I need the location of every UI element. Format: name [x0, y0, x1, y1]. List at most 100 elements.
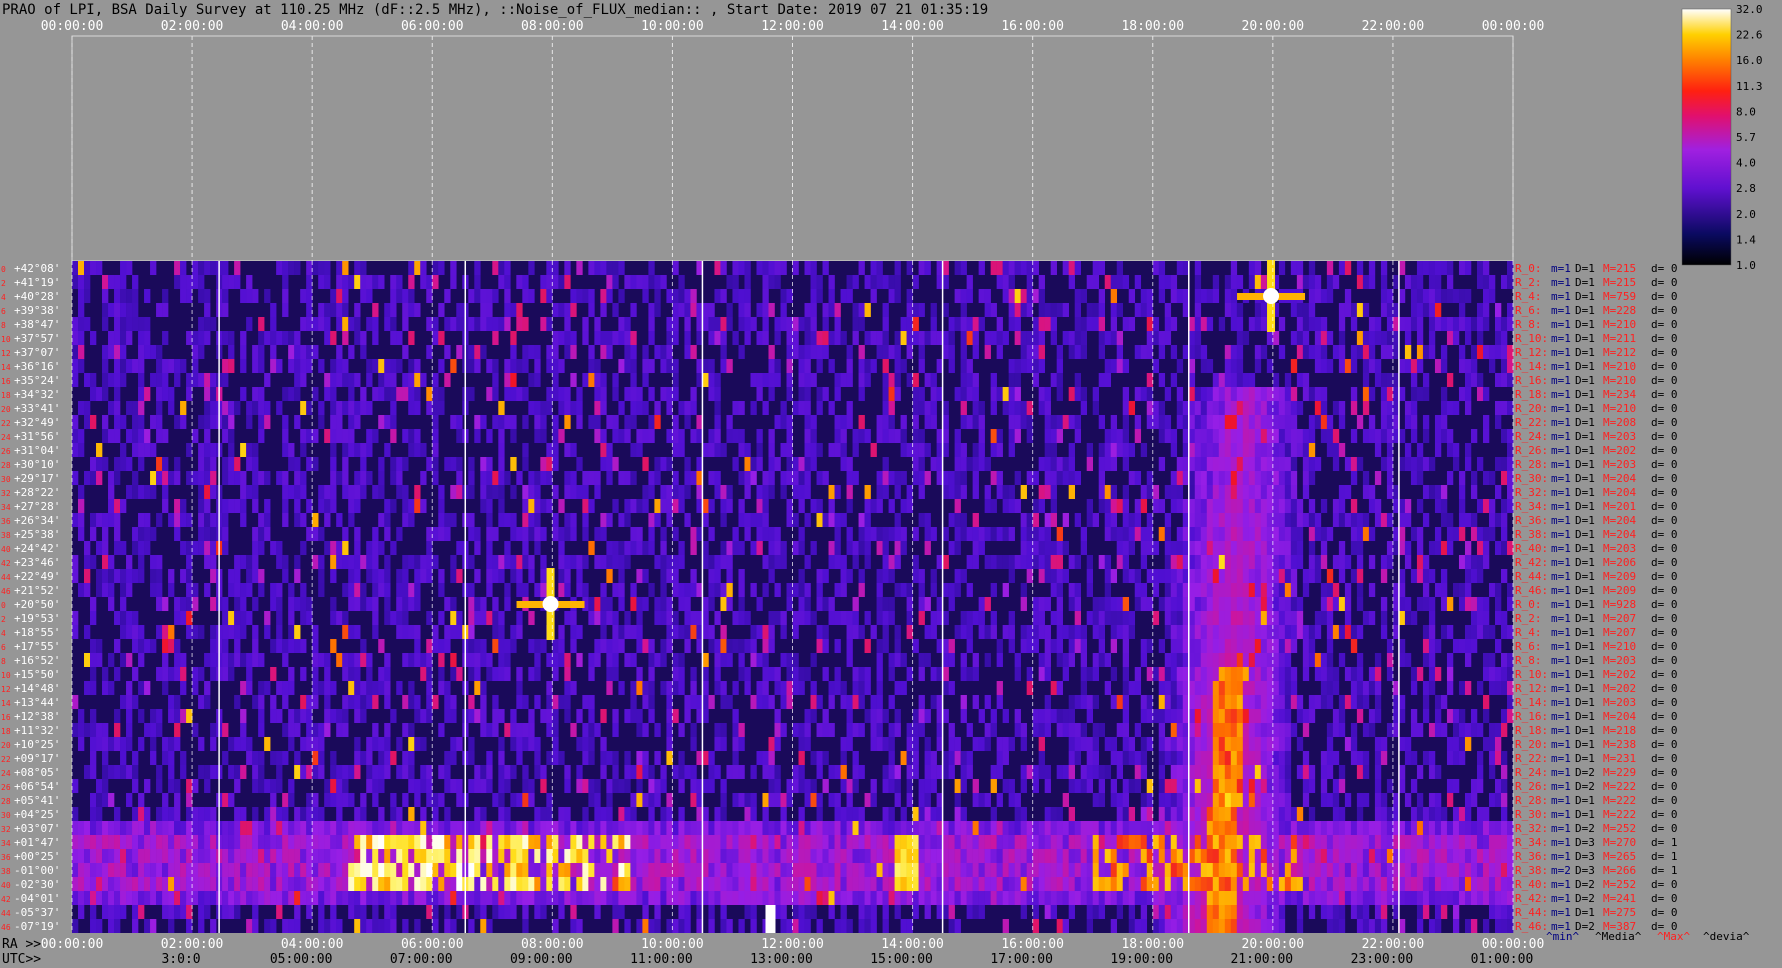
heatmap-cell: [78, 443, 85, 457]
heatmap-cell: [1266, 499, 1274, 513]
heatmap-cell: [1410, 359, 1418, 373]
heatmap-cell: [1122, 387, 1130, 401]
heatmap-cell: [546, 457, 553, 471]
heatmap-cell: [1284, 737, 1292, 751]
heatmap-cell: [1308, 765, 1316, 779]
heatmap-cell: [816, 387, 823, 401]
heatmap-cell: [1218, 317, 1226, 331]
heatmap-cell: [642, 597, 649, 611]
heatmap-cell: [822, 471, 829, 485]
heatmap-cell: [1338, 303, 1346, 317]
heatmap-cell: [336, 723, 343, 737]
heatmap-cell: [612, 303, 619, 317]
heatmap-cell: [1002, 401, 1009, 415]
heatmap-cell: [780, 653, 787, 667]
heatmap-cell: [1176, 485, 1184, 499]
heatmap-cell: [648, 695, 655, 709]
heatmap-cell: [588, 541, 595, 555]
heatmap-cell: [564, 331, 571, 345]
heatmap-cell: [558, 625, 565, 639]
heatmap-cell: [762, 261, 769, 275]
heatmap-cell: [552, 303, 559, 317]
heatmap-cell: [84, 555, 91, 569]
heatmap-cell: [1278, 765, 1286, 779]
heatmap-cell: [1056, 765, 1063, 779]
heatmap-cell: [1272, 597, 1280, 611]
heatmap-cell: [1200, 765, 1208, 779]
heatmap-cell: [1080, 289, 1087, 303]
heatmap-cell: [204, 527, 211, 541]
heatmap-cell: [1344, 513, 1352, 527]
heatmap-cell: [468, 485, 475, 499]
heatmap-cell: [1494, 723, 1502, 737]
heatmap-cell: [966, 457, 973, 471]
heatmap-cell: [1236, 597, 1244, 611]
heatmap-cell: [1368, 331, 1376, 345]
heatmap-cell: [660, 275, 667, 289]
heatmap-cell: [1014, 471, 1021, 485]
heatmap-cell: [654, 597, 661, 611]
heatmap-cell: [906, 289, 913, 303]
heatmap-cell: [720, 625, 727, 639]
heatmap-cell: [840, 457, 847, 471]
heatmap-cell: [1314, 527, 1322, 541]
heatmap-cell: [1014, 723, 1021, 737]
heatmap-cell: [468, 695, 475, 709]
heatmap-cell: [120, 457, 127, 471]
heatmap-cell: [270, 303, 277, 317]
heatmap-cell: [114, 737, 121, 751]
heatmap-cell: [882, 569, 889, 583]
heatmap-cell: [126, 681, 133, 695]
heatmap-cell: [1488, 345, 1496, 359]
heatmap-cell: [1266, 583, 1274, 597]
heatmap-cell: [414, 709, 421, 723]
heatmap-cell: [1380, 373, 1388, 387]
heatmap-cell: [1140, 499, 1148, 513]
heatmap-cell: [1218, 373, 1226, 387]
heatmap-cell: [804, 667, 811, 681]
heatmap-cell: [1044, 555, 1051, 569]
heatmap-cell: [774, 275, 781, 289]
heatmap-cell: [1272, 751, 1280, 765]
heatmap-cell: [984, 723, 991, 737]
heatmap-cell: [906, 723, 913, 737]
heatmap-cell: [1242, 625, 1250, 639]
heatmap-cell: [498, 513, 505, 527]
heatmap-cell: [432, 331, 439, 345]
heatmap-cell: [480, 499, 487, 513]
heatmap-cell: [1356, 261, 1364, 275]
heatmap-cell: [720, 681, 727, 695]
heatmap-cell: [204, 289, 211, 303]
heatmap-cell: [414, 485, 421, 499]
heatmap-cell: [642, 275, 649, 289]
heatmap-cell: [1020, 485, 1027, 499]
heatmap-cell: [720, 737, 727, 751]
heatmap-cell: [1158, 457, 1166, 471]
heatmap-cell: [816, 639, 823, 653]
heatmap-cell: [768, 625, 775, 639]
heatmap-cell: [732, 429, 739, 443]
heatmap-cell: [1500, 513, 1508, 527]
heatmap-cell: [1386, 513, 1394, 527]
heatmap-cell: [1362, 695, 1370, 709]
heatmap-cell: [354, 625, 361, 639]
heatmap-cell: [1230, 681, 1238, 695]
heatmap-cell: [306, 737, 313, 751]
heatmap-cell: [690, 695, 697, 709]
heatmap-cell: [1200, 513, 1208, 527]
heatmap-cell: [1470, 345, 1478, 359]
heatmap-cell: [84, 569, 91, 583]
heatmap-cell: [336, 373, 343, 387]
heatmap-cell: [1212, 765, 1220, 779]
heatmap-cell: [528, 667, 535, 681]
heatmap-cell: [1482, 625, 1490, 639]
heatmap-cell: [558, 639, 565, 653]
heatmap-cell: [1428, 331, 1436, 345]
heatmap-cell: [1122, 569, 1130, 583]
heatmap-cell: [1278, 541, 1286, 555]
heatmap-cell: [762, 681, 769, 695]
heatmap-cell: [918, 583, 925, 597]
heatmap-cell: [834, 303, 841, 317]
heatmap-cell: [450, 569, 457, 583]
heatmap-cell: [1278, 751, 1286, 765]
